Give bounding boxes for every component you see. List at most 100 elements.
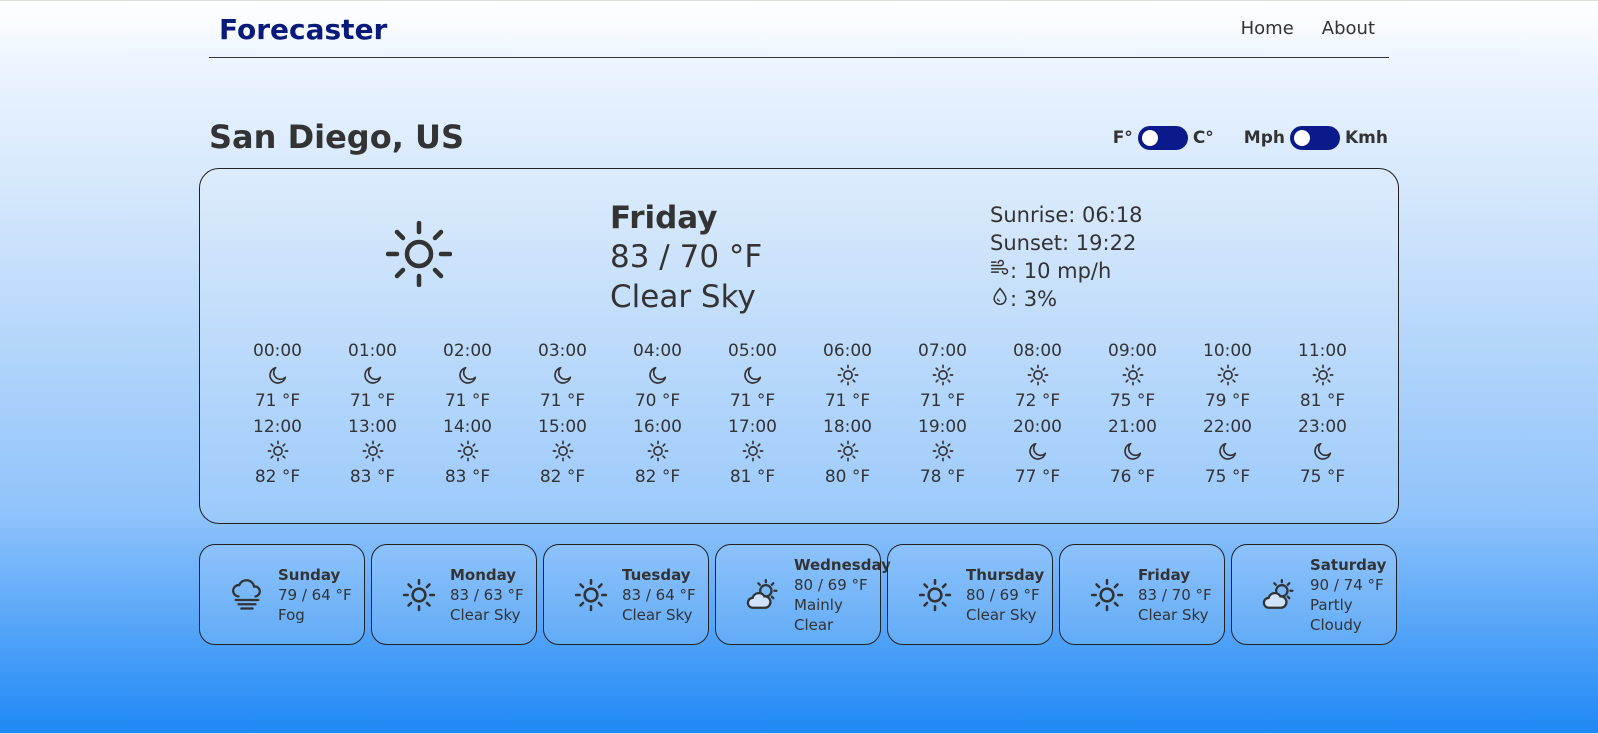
hour-cell: 05:00 71 °F	[705, 341, 800, 411]
hourly-row: 12:00 82 °F 13:00 83 °F 14:00 83 °F 15:00 82 °F…	[230, 417, 1370, 487]
day-condition: Cloudy	[1310, 615, 1362, 634]
current-temp: 83 / 70 °F	[610, 239, 763, 275]
hour-time: 11:00	[1298, 341, 1347, 361]
day-temp: 80 / 69 °F	[794, 575, 868, 594]
hour-temp: 83 °F	[349, 467, 396, 487]
hour-time: 12:00	[253, 417, 302, 437]
hour-temp: 71 °F	[444, 391, 491, 411]
hour-cell: 02:00 71 °F	[420, 341, 515, 411]
sunrise-row: Sunrise: 06:18	[990, 203, 1143, 227]
hour-temp: 77 °F	[1014, 467, 1061, 487]
sun-icon	[385, 220, 453, 288]
hour-temp: 81 °F	[729, 467, 776, 487]
hour-time: 20:00	[1013, 417, 1062, 437]
hour-cell: 14:00 83 °F	[420, 417, 515, 487]
day-condition: Clear Sky	[966, 605, 1037, 624]
sun-icon	[230, 437, 325, 465]
brand-logo[interactable]: Forecaster	[219, 13, 387, 46]
temp-unit-switch[interactable]	[1137, 126, 1188, 150]
day-card-thursday[interactable]: Thursday 80 / 69 °F Clear Sky	[887, 544, 1053, 645]
moon-icon	[325, 361, 420, 389]
hour-temp: 71 °F	[254, 391, 301, 411]
sun-icon	[895, 437, 990, 465]
hour-temp: 82 °F	[634, 467, 681, 487]
hour-cell: 17:00 81 °F	[705, 417, 800, 487]
hour-time: 07:00	[918, 341, 967, 361]
sun-icon	[1085, 361, 1180, 389]
hour-cell: 04:00 70 °F	[610, 341, 705, 411]
hour-temp: 83 °F	[444, 467, 491, 487]
hour-temp: 80 °F	[824, 467, 871, 487]
moon-icon	[1180, 437, 1275, 465]
temp-unit-toggle-group: F° C°	[1113, 126, 1214, 150]
moon-icon	[420, 361, 515, 389]
day-temp: 90 / 74 °F	[1310, 575, 1384, 594]
moon-icon	[990, 437, 1085, 465]
day-name: Monday	[450, 565, 517, 584]
day-temp: 83 / 63 °F	[450, 585, 524, 604]
sun-icon	[800, 437, 895, 465]
sun-icon	[1275, 361, 1370, 389]
day-condition: Mainly	[794, 595, 843, 614]
hour-time: 09:00	[1108, 341, 1157, 361]
speed-unit-switch[interactable]	[1290, 126, 1340, 150]
day-card-tuesday[interactable]: Tuesday 83 / 64 °F Clear Sky	[543, 544, 709, 645]
day-name: Friday	[1138, 565, 1191, 584]
fog-icon	[230, 578, 264, 612]
day-card-text: Wednesday 80 / 69 °F Mainly Clear	[794, 555, 891, 635]
day-card-saturday[interactable]: Saturday 90 / 74 °F Partly Cloudy	[1231, 544, 1397, 645]
wind-value: : 10 mp/h	[1010, 259, 1112, 283]
day-name: Tuesday	[622, 565, 691, 584]
hour-temp: 82 °F	[254, 467, 301, 487]
day-name: Thursday	[966, 565, 1045, 584]
moon-icon	[515, 361, 610, 389]
hour-temp: 71 °F	[539, 391, 586, 411]
hour-cell: 10:00 79 °F	[1180, 341, 1275, 411]
day-temp: 83 / 70 °F	[1138, 585, 1212, 604]
sun-cloud-icon	[746, 578, 780, 612]
sun-icon	[325, 437, 420, 465]
hour-time: 18:00	[823, 417, 872, 437]
hourly-row: 00:00 71 °F 01:00 71 °F 02:00 71 °F 03:00 71 °F…	[230, 341, 1370, 411]
daily-forecast: Sunday 79 / 64 °F Fog Monday 83 / 63 °F Clear…	[199, 544, 1397, 645]
day-card-monday[interactable]: Monday 83 / 63 °F Clear Sky	[371, 544, 537, 645]
hour-cell: 01:00 71 °F	[325, 341, 420, 411]
hour-cell: 03:00 71 °F	[515, 341, 610, 411]
day-card-text: Tuesday 83 / 64 °F Clear Sky	[622, 565, 696, 625]
day-temp: 80 / 69 °F	[966, 585, 1040, 604]
day-card-wednesday[interactable]: Wednesday 80 / 69 °F Mainly Clear	[715, 544, 891, 645]
hour-cell: 11:00 81 °F	[1275, 341, 1370, 411]
kmh-label: Kmh	[1345, 128, 1388, 148]
hour-time: 06:00	[823, 341, 872, 361]
day-condition: Clear Sky	[622, 605, 693, 624]
hour-time: 03:00	[538, 341, 587, 361]
hour-cell: 08:00 72 °F	[990, 341, 1085, 411]
day-condition: Clear Sky	[1138, 605, 1209, 624]
sun-icon	[895, 361, 990, 389]
day-card-sunday[interactable]: Sunday 79 / 64 °F Fog	[199, 544, 365, 645]
sun-icon	[402, 578, 436, 612]
sun-icon	[610, 437, 705, 465]
day-condition: Partly	[1310, 595, 1353, 614]
hour-time: 22:00	[1203, 417, 1252, 437]
speed-unit-toggle-group: Mph Kmh	[1244, 126, 1388, 150]
wind-row: : 10 mp/h	[990, 257, 1143, 285]
nav-link-home[interactable]: Home	[1241, 18, 1294, 39]
day-card-text: Sunday 79 / 64 °F Fog	[278, 565, 352, 625]
hour-cell: 22:00 75 °F	[1180, 417, 1275, 487]
sun-icon	[574, 578, 608, 612]
hour-temp: 81 °F	[1299, 391, 1346, 411]
nav-link-about[interactable]: About	[1322, 18, 1375, 39]
hour-cell: 06:00 71 °F	[800, 341, 895, 411]
hour-temp: 70 °F	[634, 391, 681, 411]
hour-cell: 07:00 71 °F	[895, 341, 990, 411]
sun-icon	[800, 361, 895, 389]
sun-icon	[1090, 578, 1124, 612]
sun-icon	[705, 437, 800, 465]
day-name: Sunday	[278, 565, 341, 584]
location-title: San Diego, US	[209, 118, 465, 156]
day-card-friday[interactable]: Friday 83 / 70 °F Clear Sky	[1059, 544, 1225, 645]
hour-time: 10:00	[1203, 341, 1252, 361]
hour-cell: 13:00 83 °F	[325, 417, 420, 487]
hour-temp: 71 °F	[824, 391, 871, 411]
